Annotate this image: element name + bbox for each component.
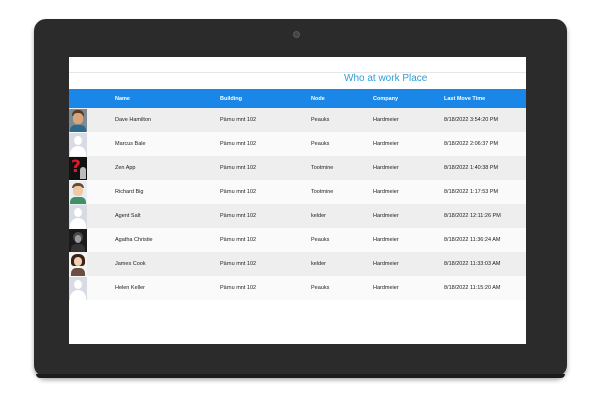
cell-building: Pärnu mnt 102 xyxy=(220,189,257,195)
avatar xyxy=(69,228,87,252)
table-row[interactable]: ? Zen App Pärnu mnt 102 Tootmine Hardmei… xyxy=(69,156,526,180)
cell-building: Pärnu mnt 102 xyxy=(220,165,257,171)
col-header-last-move-time[interactable]: Last Move Time xyxy=(444,89,526,108)
col-header-building[interactable]: Building xyxy=(220,89,311,108)
cell-building: Pärnu mnt 102 xyxy=(220,213,257,219)
col-header-node[interactable]: Node xyxy=(311,89,373,108)
col-header-avatar xyxy=(69,89,115,108)
page-title-text: Who at work Place xyxy=(344,73,428,84)
avatar: ? xyxy=(69,156,87,180)
cell-time: 8/18/2022 11:15:20 AM xyxy=(444,285,501,291)
cell-company: Hardmeier xyxy=(373,189,399,195)
table-row[interactable]: Helen Keller Pärnu mnt 102 Peauks Hardme… xyxy=(69,276,526,300)
cell-node: kelder xyxy=(311,261,326,267)
cell-node: Peauks xyxy=(311,117,330,123)
cell-time: 8/18/2022 1:17:53 PM xyxy=(444,189,499,195)
cell-name: Zen App xyxy=(115,165,136,171)
tablet-bottom-edge xyxy=(36,374,565,378)
avatar xyxy=(69,204,87,228)
cell-company: Hardmeier xyxy=(373,141,399,147)
table-row[interactable]: James Cook Pärnu mnt 102 kelder Hardmeie… xyxy=(69,252,526,276)
cell-node: Peauks xyxy=(311,237,330,243)
cell-name: James Cook xyxy=(115,261,146,267)
top-bar xyxy=(69,57,526,73)
people-table: Name Building Node Company Last Move Tim… xyxy=(69,89,526,300)
table-row[interactable]: Agent Salt Pärnu mnt 102 kelder Hardmeie… xyxy=(69,204,526,228)
table-row[interactable]: Richard Big Pärnu mnt 102 Tootmine Hardm… xyxy=(69,180,526,204)
table-row[interactable]: Dave Hamilton Pärnu mnt 102 Peauks Hardm… xyxy=(69,108,526,132)
avatar xyxy=(69,180,87,204)
cell-time: 8/18/2022 1:40:38 PM xyxy=(444,165,499,171)
cell-time: 8/18/2022 3:54:20 PM xyxy=(444,117,499,123)
cell-name: Agent Salt xyxy=(115,213,141,219)
cell-node: kelder xyxy=(311,213,326,219)
table-row[interactable]: Agatha Christie Pärnu mnt 102 Peauks Har… xyxy=(69,228,526,252)
cell-company: Hardmeier xyxy=(373,237,399,243)
cell-name: Dave Hamilton xyxy=(115,117,152,123)
cell-name: Richard Big xyxy=(115,189,144,195)
col-header-company[interactable]: Company xyxy=(373,89,444,108)
cell-building: Pärnu mnt 102 xyxy=(220,237,257,243)
col-header-name[interactable]: Name xyxy=(115,89,220,108)
cell-building: Pärnu mnt 102 xyxy=(220,261,257,267)
cell-company: Hardmeier xyxy=(373,213,399,219)
camera-icon xyxy=(293,31,300,38)
cell-name: Agatha Christie xyxy=(115,237,153,243)
cell-building: Pärnu mnt 102 xyxy=(220,117,257,123)
cell-node: Tootmine xyxy=(311,189,334,195)
cell-time: 8/18/2022 2:06:37 PM xyxy=(444,141,499,147)
cell-time: 8/18/2022 12:11:26 PM xyxy=(444,213,501,219)
table-header: Name Building Node Company Last Move Tim… xyxy=(69,89,526,108)
avatar xyxy=(69,252,87,276)
cell-name: Marcus Bale xyxy=(115,141,146,147)
cell-node: Peauks xyxy=(311,285,330,291)
page-title: Who at work Place xyxy=(69,73,526,86)
cell-building: Pärnu mnt 102 xyxy=(220,285,257,291)
avatar xyxy=(69,276,87,300)
cell-company: Hardmeier xyxy=(373,261,399,267)
avatar xyxy=(69,132,87,156)
cell-time: 8/18/2022 11:36:24 AM xyxy=(444,237,501,243)
table-body: Dave Hamilton Pärnu mnt 102 Peauks Hardm… xyxy=(69,108,526,300)
cell-node: Tootmine xyxy=(311,165,334,171)
table-row[interactable]: Marcus Bale Pärnu mnt 102 Peauks Hardmei… xyxy=(69,132,526,156)
cell-node: Peauks xyxy=(311,141,330,147)
avatar xyxy=(69,108,87,132)
cell-company: Hardmeier xyxy=(373,165,399,171)
cell-building: Pärnu mnt 102 xyxy=(220,141,257,147)
cell-name: Helen Keller xyxy=(115,285,145,291)
cell-company: Hardmeier xyxy=(373,285,399,291)
app-screen: Who at work Place Name Building Node Com… xyxy=(69,57,526,344)
table-header-row: Name Building Node Company Last Move Tim… xyxy=(69,89,526,108)
cell-time: 8/18/2022 11:33:03 AM xyxy=(444,261,501,267)
cell-company: Hardmeier xyxy=(373,117,399,123)
